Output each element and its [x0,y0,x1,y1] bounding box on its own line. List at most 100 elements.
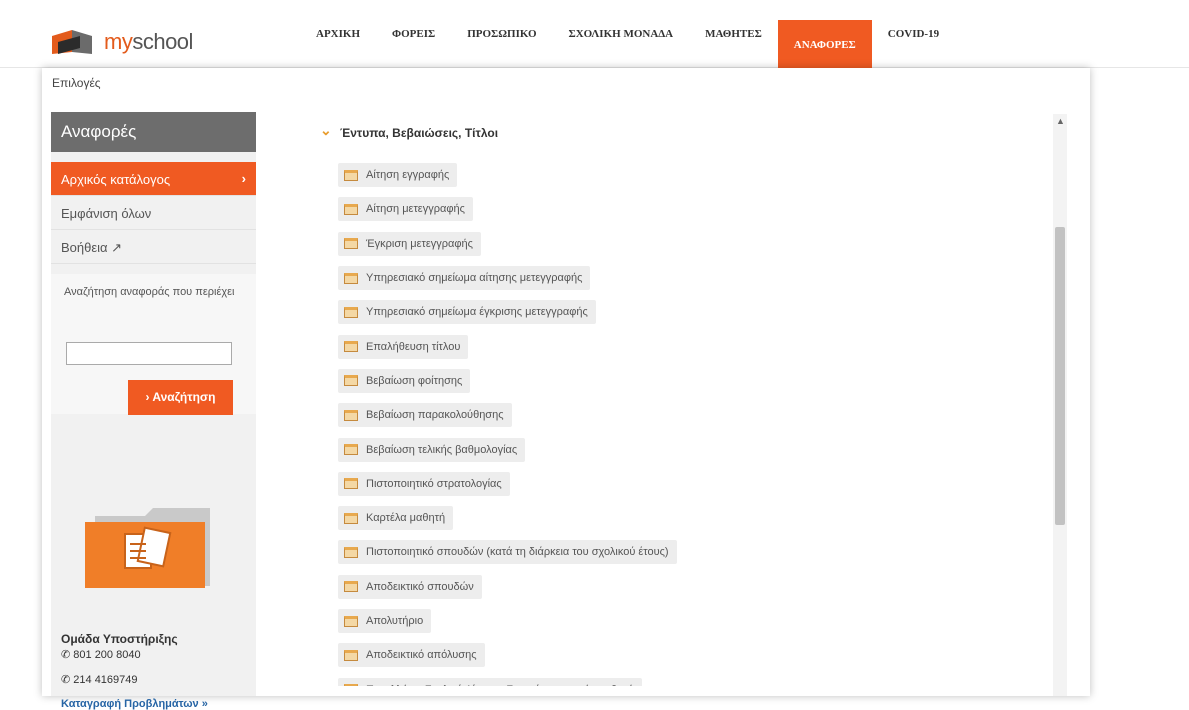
sidebar-title: Αναφορές [51,112,256,152]
report-link[interactable]: Αποδεικτικό σπουδών [338,574,482,599]
main-nav: ΑΡΧΙΚΗ ΦΟΡΕΙΣ ΠΡΟΣΩΠΙΚΟ ΣΧΟΛΙΚΗ ΜΟΝΑΔΑ Μ… [300,0,955,77]
report-link[interactable]: Βεβαίωση τελικής βαθμολογίας [338,437,526,462]
scroll-up-arrow-icon[interactable]: ▲ [1056,116,1065,126]
report-document-icon [344,512,358,524]
report-link[interactable]: Έγκριση μετεγγραφής [338,231,481,256]
section-header[interactable]: ⌄ Έντυπα, Βεβαιώσεις, Τίτλοι [320,126,498,146]
report-label: Πιστοποιητικό σπουδών (κατά τη διάρκεια … [366,546,669,559]
report-document-icon [344,238,358,250]
report-document-icon [344,341,358,353]
sidebar-item-main-catalog[interactable]: Αρχικός κατάλογος › [51,162,256,196]
chevron-right-icon: › [241,171,246,186]
support-title: Ομάδα Υποστήριξης [61,632,178,646]
report-problems-link[interactable]: Καταγραφή Προβλημάτων » [61,698,251,710]
support-phone-1: ✆ 801 200 8040 [61,649,141,661]
report-link[interactable]: Πιστοποιητικό στρατολογίας [338,471,510,496]
list-item: Πανελλήνιο Σχολικό Δίκτυο - Στοιχεία εγγ… [338,672,677,686]
list-item: Βεβαίωση τελικής βαθμολογίας [338,432,677,466]
report-document-icon [344,272,358,284]
breadcrumb: Επιλογές [52,76,101,90]
report-label: Βεβαίωση φοίτησης [366,374,463,387]
report-document-icon [344,169,358,181]
scrollbar[interactable]: ▲ [1053,114,1067,696]
nav-organizations[interactable]: ΦΟΡΕΙΣ [376,0,451,68]
logo-text: myschool [104,29,193,54]
section-title: Έντυπα, Βεβαιώσεις, Τίτλοι [340,126,499,140]
report-document-icon [344,203,358,215]
list-item: Επαλήθευση τίτλου [338,329,677,363]
sidebar-item-help[interactable]: Βοήθεια ↗ [51,230,256,264]
nav-covid19[interactable]: COVID-19 [872,0,955,68]
phone-icon: ✆ [61,674,74,686]
nav-reports[interactable]: ΑΝΑΦΟΡΕΣ [777,20,872,77]
report-link[interactable]: Πανελλήνιο Σχολικό Δίκτυο - Στοιχεία εγγ… [338,677,642,686]
list-item: Υπηρεσιακό σημείωμα αίτησης μετεγγραφής [338,261,677,295]
search-input[interactable] [66,342,232,365]
report-document-icon [344,649,358,661]
report-label: Επαλήθευση τίτλου [366,340,461,353]
report-link[interactable]: Καρτέλα μαθητή [338,506,454,531]
report-document-icon [344,684,358,686]
support-phone-2: ✆ 214 4169749 [61,674,138,686]
sidebar-item-label: Αρχικός κατάλογος [61,172,171,187]
list-item: Αίτηση μετεγγραφής [338,192,677,226]
nav-school-unit[interactable]: ΣΧΟΛΙΚΗ ΜΟΝΑΔΑ [553,0,690,68]
list-item: Βεβαίωση παρακολούθησης [338,398,677,432]
sidebar: Αναφορές Αρχικός κατάλογος › Εμφάνιση όλ… [51,112,256,710]
report-label: Βεβαίωση τελικής βαθμολογίας [366,443,518,456]
report-link[interactable]: Υπηρεσιακό σημείωμα αίτησης μετεγγραφής [338,266,591,291]
scrollbar-thumb[interactable] [1055,227,1065,525]
report-link[interactable]: Πιστοποιητικό σπουδών (κατά τη διάρκεια … [338,540,677,565]
list-item: Απολυτήριο [338,604,677,638]
reports-content: ⌄ Έντυπα, Βεβαιώσεις, Τίτλοι Αίτηση εγγρ… [320,126,1050,686]
chevron-down-icon: ⌄ [320,126,332,138]
report-label: Πανελλήνιο Σχολικό Δίκτυο - Στοιχεία εγγ… [366,684,634,686]
report-link[interactable]: Αποδεικτικό απόλυσης [338,643,485,668]
reports-folder-icon [85,508,210,588]
report-label: Πιστοποιητικό στρατολογίας [366,477,502,490]
report-label: Καρτέλα μαθητή [366,512,446,525]
report-label: Αποδεικτικό απόλυσης [366,649,477,662]
search-button[interactable]: › Αναζήτηση [128,380,233,415]
list-item: Πιστοποιητικό σπουδών (κατά τη διάρκεια … [338,535,677,569]
sidebar-item-show-all[interactable]: Εμφάνιση όλων [51,196,256,230]
myschool-logo[interactable]: myschool [50,26,210,56]
report-label: Αίτηση μετεγγραφής [366,203,465,216]
search-label: Αναζήτηση αναφοράς που περιέχει [64,286,235,298]
list-item: Αποδεικτικό σπουδών [338,570,677,604]
list-item: Καρτέλα μαθητή [338,501,677,535]
report-link[interactable]: Αίτηση εγγραφής [338,163,458,188]
phone-icon: ✆ [61,649,74,661]
list-item: Πιστοποιητικό στρατολογίας [338,467,677,501]
report-link[interactable]: Βεβαίωση φοίτησης [338,368,471,393]
report-document-icon [344,478,358,490]
report-label: Έγκριση μετεγγραφής [366,237,473,250]
report-link[interactable]: Απολυτήριο [338,609,432,633]
report-link[interactable]: Βεβαίωση παρακολούθησης [338,403,512,428]
support-info: Ομάδα Υποστήριξης ✆ 801 200 8040 ✆ 214 4… [61,632,251,710]
report-document-icon [344,444,358,456]
top-navigation-bar: myschool ΑΡΧΙΚΗ ΦΟΡΕΙΣ ΠΡΟΣΩΠΙΚΟ ΣΧΟΛΙΚΗ… [0,0,1189,77]
report-document-icon [344,375,358,387]
list-item: Βεβαίωση φοίτησης [338,364,677,398]
report-link[interactable]: Επαλήθευση τίτλου [338,334,469,359]
list-item: Αίτηση εγγραφής [338,158,677,192]
report-document-icon [344,581,358,593]
report-label: Αίτηση εγγραφής [366,169,450,182]
report-document-icon [344,306,358,318]
nav-staff[interactable]: ΠΡΟΣΩΠΙΚΟ [451,0,552,68]
nav-home[interactable]: ΑΡΧΙΚΗ [300,0,376,68]
list-item: Υπηρεσιακό σημείωμα έγκρισης μετεγγραφής [338,295,677,329]
report-list: Αίτηση εγγραφής Αίτηση μετεγγραφής Έγκριση… [338,158,677,686]
list-item: Έγκριση μετεγγραφής [338,227,677,261]
main-panel: Επιλογές Αναφορές Αρχικός κατάλογος › Εμ… [42,68,1090,710]
report-link[interactable]: Υπηρεσιακό σημείωμα έγκρισης μετεγγραφής [338,300,596,325]
report-label: Βεβαίωση παρακολούθησης [366,409,504,422]
list-item: Αποδεικτικό απόλυσης [338,638,677,672]
report-label: Υπηρεσιακό σημείωμα αίτησης μετεγγραφής [366,272,583,285]
logo-mark-icon [52,30,92,54]
report-label: Αποδεικτικό σπουδών [366,580,474,593]
report-link[interactable]: Αίτηση μετεγγραφής [338,197,473,222]
nav-students[interactable]: ΜΑΘΗΤΕΣ [689,0,778,68]
report-document-icon [344,615,358,627]
